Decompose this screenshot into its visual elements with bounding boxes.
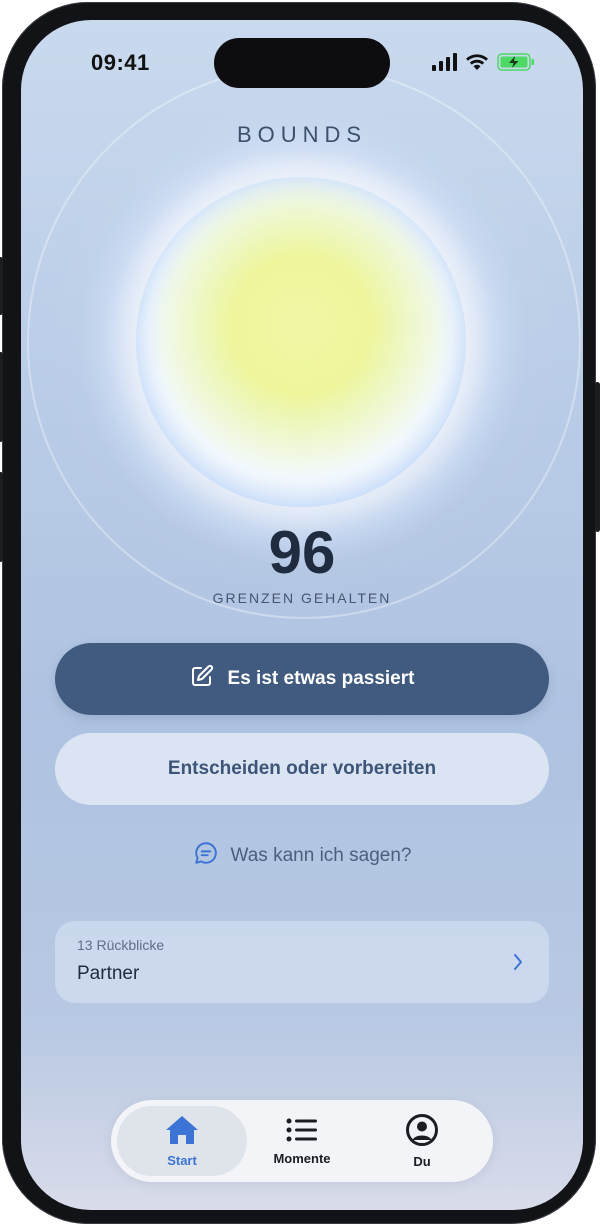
boundaries-count-label: GRENZEN GEHALTEN	[212, 590, 392, 606]
home-icon	[164, 1114, 200, 1149]
tab-start[interactable]: Start	[117, 1106, 247, 1176]
chat-bubble-icon	[193, 840, 219, 872]
status-time: 09:41	[91, 50, 150, 75]
review-title: Partner	[77, 963, 140, 984]
tab-bar: Start Momente Du	[111, 1100, 493, 1182]
side-button-volume-up	[0, 352, 3, 442]
side-button-volume-down	[0, 472, 3, 562]
wifi-icon	[465, 53, 489, 75]
side-button-mute	[0, 257, 3, 315]
dynamic-island	[214, 38, 390, 88]
edit-icon	[190, 664, 214, 694]
side-button-power	[595, 382, 600, 532]
something-happened-label: Es ist etwas passiert	[227, 668, 415, 689]
battery-charging-icon	[497, 53, 535, 75]
tab-du-label: Du	[413, 1154, 431, 1169]
tab-momente-label: Momente	[273, 1151, 331, 1166]
tab-momente[interactable]: Momente	[237, 1106, 367, 1176]
boundary-orb	[136, 177, 466, 507]
review-count: 13 Rückblicke	[77, 937, 165, 953]
tab-du[interactable]: Du	[357, 1106, 487, 1176]
what-can-i-say-label: Was kann ich sagen?	[230, 845, 412, 866]
tab-start-label: Start	[167, 1153, 197, 1168]
app-screen: 09:41 BOUNDS 96 GRENZEN GEHALTEN Es ist …	[21, 20, 583, 1210]
chevron-right-icon	[511, 952, 525, 976]
signal-icon	[431, 53, 457, 75]
decide-or-prepare-label: Entscheiden oder vorbereiten	[167, 758, 437, 779]
review-card[interactable]: 13 Rückblicke Partner	[55, 921, 549, 1003]
app-brand: BOUNDS	[236, 122, 368, 147]
something-happened-button[interactable]: Es ist etwas passiert	[55, 643, 549, 715]
what-can-i-say-link[interactable]: Was kann ich sagen?	[21, 840, 583, 872]
profile-icon	[405, 1113, 439, 1150]
list-icon	[285, 1116, 319, 1147]
boundaries-count: 96	[268, 519, 336, 586]
status-bar: 09:41	[21, 20, 583, 100]
decide-or-prepare-button[interactable]: Entscheiden oder vorbereiten	[55, 733, 549, 805]
status-icons	[431, 53, 535, 75]
phone-frame: 09:41 BOUNDS 96 GRENZEN GEHALTEN Es ist …	[0, 2, 600, 1224]
